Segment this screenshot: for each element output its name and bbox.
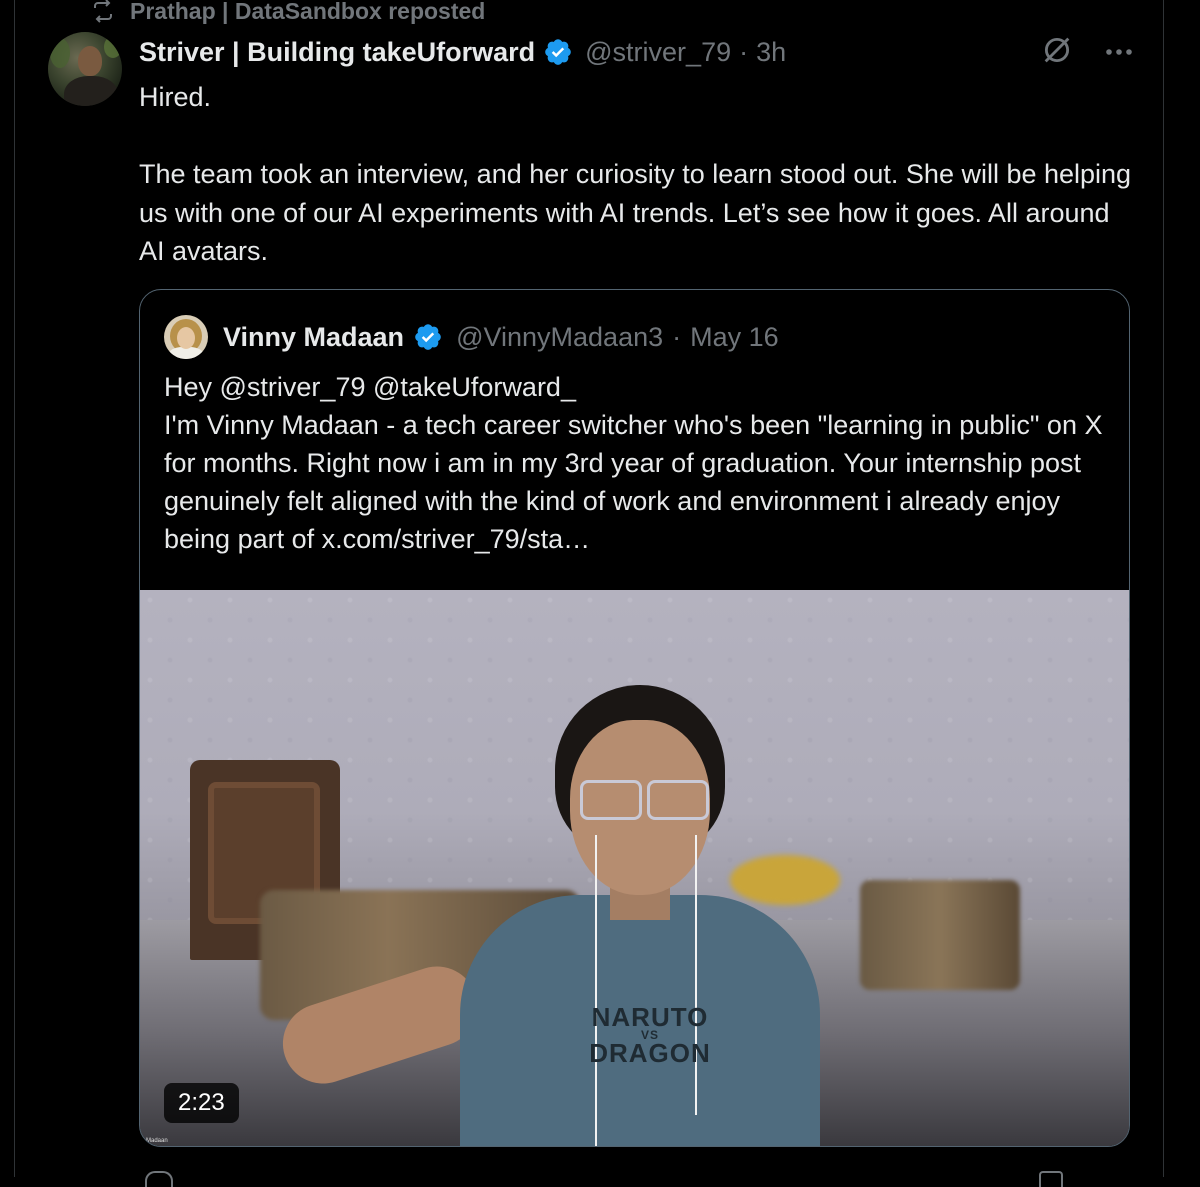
meta-separator: · bbox=[739, 36, 749, 67]
quoted-author-name[interactable]: Vinny Madaan bbox=[223, 322, 404, 353]
quoted-text-line: Hey @striver_79 @takeUforward_ bbox=[164, 372, 576, 402]
author-handle[interactable]: @striver_79 bbox=[585, 37, 731, 68]
quoted-tweet-card[interactable]: Vinny Madaan @VinnyMadaan3 · May 16 Hey … bbox=[139, 289, 1130, 1147]
shirt-print-bottom: DRAGON bbox=[589, 1038, 711, 1068]
grok-icon[interactable] bbox=[1040, 33, 1074, 72]
reply-icon[interactable] bbox=[145, 1171, 173, 1187]
quoted-tweet-date[interactable]: May 16 bbox=[690, 322, 779, 353]
video-person: NARUTO VS DRAGON bbox=[272, 685, 880, 1146]
tweet-text-paragraph: The team took an interview, and her curi… bbox=[139, 159, 1132, 266]
tweet-body: Hired. The team took an interview, and h… bbox=[139, 78, 1139, 271]
tweet-actions bbox=[1040, 33, 1134, 72]
video-player[interactable]: NARUTO VS DRAGON 2:23 Madaan bbox=[140, 590, 1129, 1146]
video-duration-badge: 2:23 bbox=[164, 1083, 239, 1123]
bookmark-icon[interactable] bbox=[1039, 1171, 1063, 1187]
meta-separator: · bbox=[672, 321, 682, 352]
author-name[interactable]: Striver | Building takeUforward bbox=[139, 37, 535, 68]
video-caption: Madaan bbox=[146, 1138, 168, 1144]
quoted-author-avatar[interactable] bbox=[164, 315, 208, 359]
tweet-text-line: Hired. bbox=[139, 82, 212, 112]
shirt-print: NARUTO VS DRAGON bbox=[560, 1004, 740, 1068]
verified-badge-icon bbox=[543, 37, 573, 67]
tweet-header: Striver | Building takeUforward @striver… bbox=[139, 33, 786, 71]
quoted-tweet-header: Vinny Madaan @VinnyMadaan3 · May 16 bbox=[164, 314, 779, 360]
more-icon[interactable] bbox=[1104, 44, 1134, 62]
quoted-text-paragraph: I'm Vinny Madaan - a tech career switche… bbox=[164, 410, 1103, 554]
repost-icon bbox=[90, 0, 116, 23]
repost-indicator[interactable]: Prathap | DataSandbox reposted bbox=[90, 0, 485, 25]
quoted-author-handle[interactable]: @VinnyMadaan3 bbox=[456, 322, 663, 353]
quoted-tweet-body: Hey @striver_79 @takeUforward_ I'm Vinny… bbox=[164, 368, 1109, 558]
repost-label[interactable]: Prathap | DataSandbox reposted bbox=[130, 0, 485, 25]
tweet-time[interactable]: 3h bbox=[756, 37, 786, 68]
author-avatar[interactable] bbox=[48, 32, 122, 106]
verified-badge-icon bbox=[413, 322, 443, 352]
tweet-action-bar bbox=[139, 1165, 1128, 1187]
